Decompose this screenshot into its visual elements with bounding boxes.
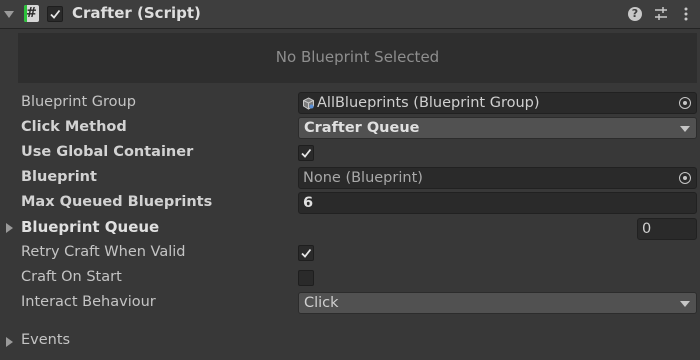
retry-craft-when-valid-checkbox[interactable] — [298, 245, 314, 261]
script-icon: # — [24, 5, 39, 22]
checkmark-icon — [50, 9, 61, 19]
preview-area: No Blueprint Selected — [18, 33, 697, 83]
interact-behaviour-value: Click — [304, 295, 339, 311]
interact-behaviour-label: Interact Behaviour — [21, 294, 156, 310]
use-global-container-checkbox[interactable] — [298, 145, 314, 161]
blueprint-field[interactable]: None (Blueprint) — [298, 167, 697, 189]
blueprint-group-label: Blueprint Group — [21, 94, 136, 110]
chevron-down-icon — [680, 301, 690, 307]
events-label[interactable]: Events — [21, 332, 70, 348]
blueprint-queue-foldout-icon[interactable] — [6, 223, 13, 233]
click-method-value: Crafter Queue — [304, 120, 420, 136]
blueprint-queue-size-value: 0 — [642, 221, 652, 237]
blueprint-label: Blueprint — [21, 169, 97, 185]
component-title: Crafter (Script) — [72, 4, 201, 22]
preset-icon[interactable] — [653, 6, 669, 22]
retry-craft-when-valid-label: Retry Craft When Valid — [21, 244, 186, 260]
chevron-down-icon — [680, 126, 690, 132]
blueprint-value: None (Blueprint) — [303, 170, 423, 186]
component-header: # Crafter (Script) ? — [0, 0, 700, 29]
component-enabled-checkbox[interactable] — [47, 6, 63, 22]
checkmark-icon — [301, 148, 312, 158]
events-foldout-icon[interactable] — [6, 337, 13, 347]
blueprint-queue-label[interactable]: Blueprint Queue — [21, 218, 159, 236]
blueprint-group-value: AllBlueprints (Blueprint Group) — [317, 95, 540, 111]
scriptable-object-icon — [303, 97, 314, 110]
interact-behaviour-dropdown[interactable]: Click — [298, 292, 697, 314]
craft-on-start-label: Craft On Start — [21, 269, 122, 285]
preview-message: No Blueprint Selected — [275, 48, 440, 66]
object-picker-icon[interactable] — [679, 97, 691, 109]
help-icon[interactable]: ? — [628, 7, 642, 21]
max-queued-blueprints-input[interactable]: 6 — [298, 192, 697, 214]
max-queued-blueprints-value: 6 — [303, 195, 314, 211]
use-global-container-label: Use Global Container — [21, 144, 194, 160]
component-foldout-icon[interactable] — [4, 11, 14, 18]
kebab-menu-icon[interactable] — [678, 6, 694, 22]
blueprint-queue-size-input[interactable]: 0 — [637, 218, 697, 240]
checkmark-icon — [301, 248, 312, 258]
blueprint-group-field[interactable]: AllBlueprints (Blueprint Group) — [298, 92, 697, 114]
craft-on-start-checkbox[interactable] — [298, 270, 314, 286]
click-method-dropdown[interactable]: Crafter Queue — [298, 117, 697, 139]
click-method-label: Click Method — [21, 119, 127, 135]
object-picker-icon[interactable] — [679, 172, 691, 184]
max-queued-blueprints-label: Max Queued Blueprints — [21, 194, 213, 210]
